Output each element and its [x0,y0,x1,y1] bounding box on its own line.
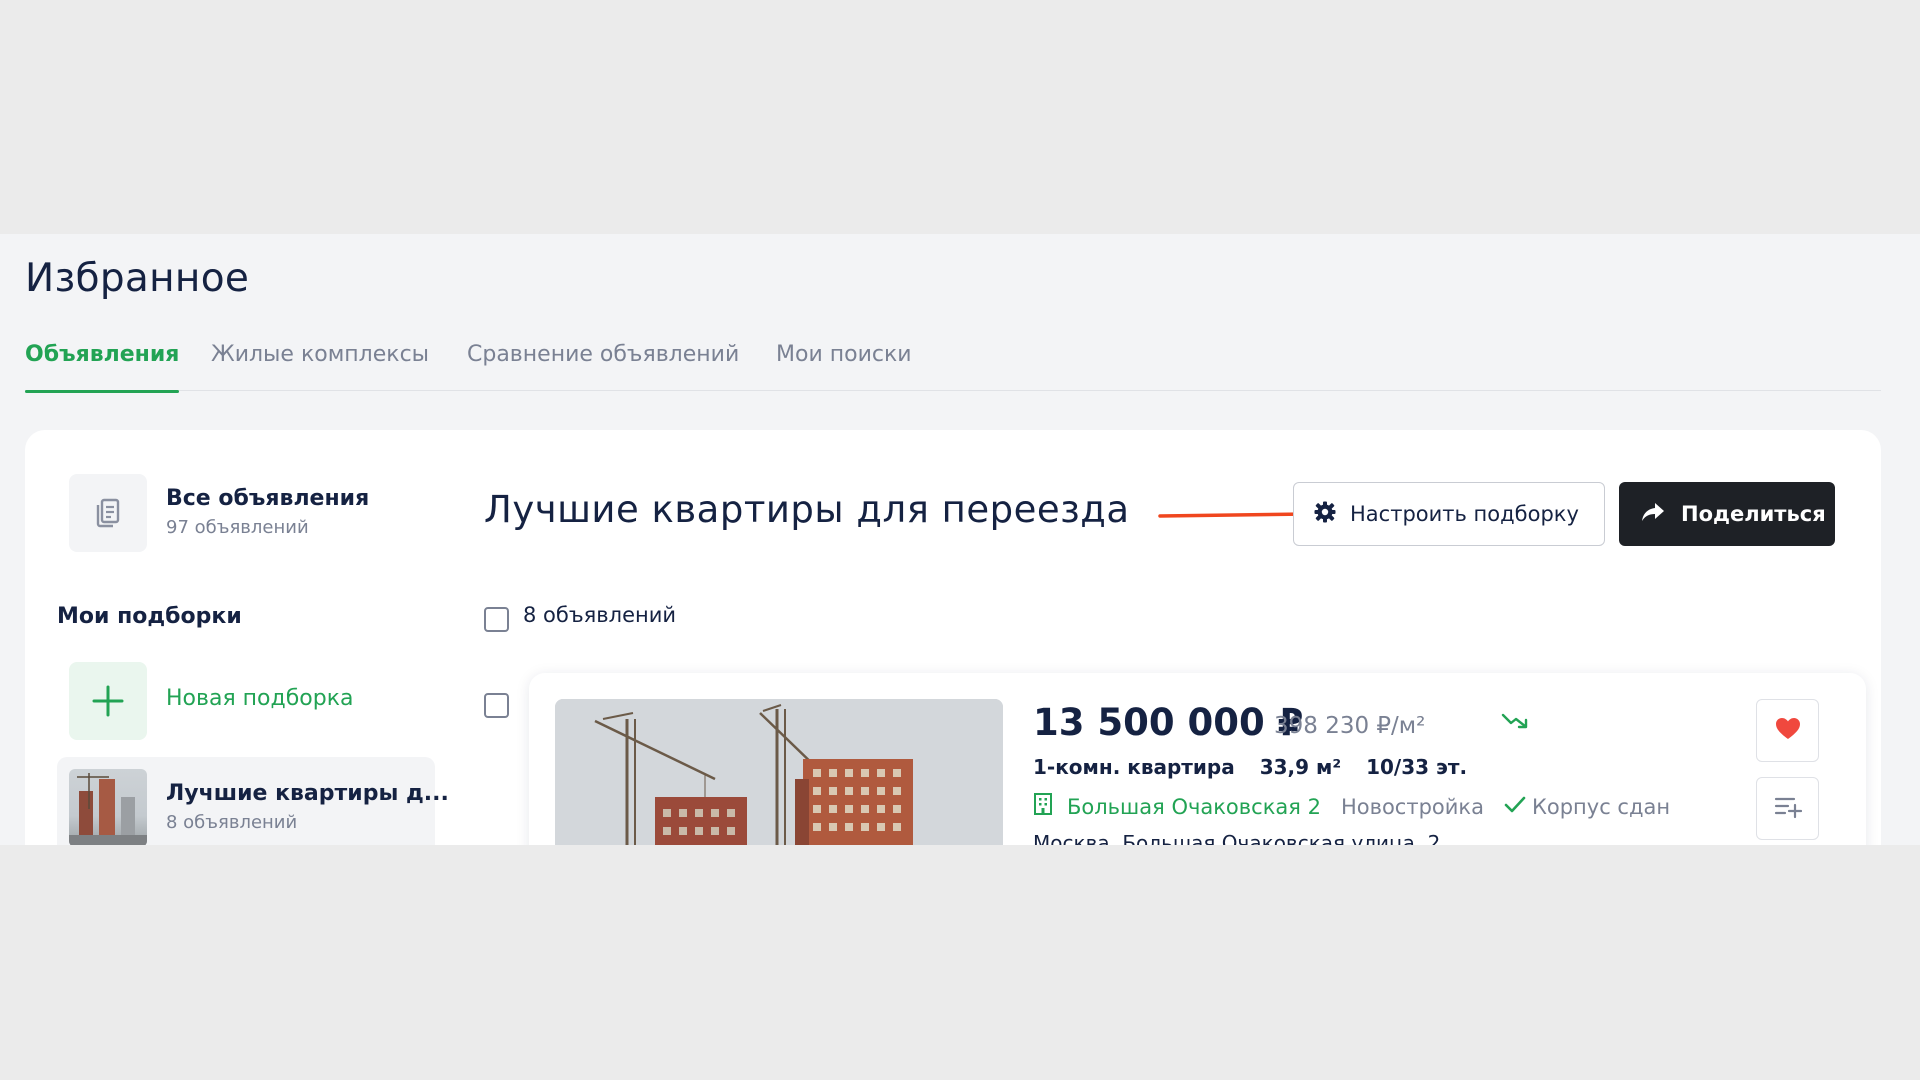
my-selections-heading: Мои подборки [57,604,242,629]
share-label: Поделиться [1681,502,1826,526]
listing-area: 33,9 м² [1259,755,1342,779]
configure-selection-button[interactable]: Настроить подборку [1293,482,1605,546]
tab-bar: Объявления Жилые комплексы Сравнение объ… [25,342,1881,393]
building-icon [1033,793,1053,820]
all-listings-count: 97 объявлений [166,517,309,538]
selection-count: 8 объявлений [166,812,298,833]
listing-address: Москва, Большая Очаковская улица, 2 [1033,831,1441,845]
page-title: Избранное [25,256,250,301]
tab-residential-complexes[interactable]: Жилые комплексы [211,342,429,391]
listing-price: 13 500 000 ₽ [1033,701,1304,744]
selection-heading: Лучшие квартиры для переезда [484,488,1130,531]
select-all-checkbox[interactable] [484,607,509,632]
configure-selection-label: Настроить подборку [1350,502,1579,526]
complex-link[interactable]: Большая Очаковская 2 [1067,795,1321,819]
listing-type: Новостройка [1340,794,1484,819]
tab-listings[interactable]: Объявления [25,342,180,393]
listing-rooms: 1-комн. квартира [1033,755,1235,779]
selection-thumbnail [69,769,147,845]
all-listings-item[interactable]: Все объявления 97 объявлений [69,474,399,552]
price-per-m2: 398 230 ₽/м² [1274,713,1426,739]
selection-item[interactable]: Лучшие квартиры д... 8 объявлений [57,757,449,845]
favorites-card: Все объявления 97 объявлений Мои подборк… [25,430,1881,845]
document-stack-icon [69,474,147,552]
gear-icon [1314,501,1336,528]
listing-floor: 10/33 эт. [1366,755,1468,779]
listing-card[interactable]: 13 500 000 ₽ 398 230 ₽/м² 1-комн. кварти… [529,673,1866,845]
heart-icon [1775,717,1801,745]
share-button[interactable]: Поделиться [1619,482,1835,546]
add-to-list-button[interactable] [1756,777,1819,840]
tab-my-searches[interactable]: Мои поиски [776,342,912,391]
favorite-button[interactable] [1756,699,1819,762]
all-listings-title: Все объявления [166,486,370,511]
tab-compare-listings[interactable]: Сравнение объявлений [467,342,739,391]
share-arrow-icon [1641,502,1665,527]
selection-title: Лучшие квартиры д... [166,781,449,806]
listings-count-label: 8 объявлений [523,603,677,627]
add-to-list-icon [1774,795,1802,823]
listing-meta: Большая Очаковская 2 Новостройка Корпус … [1033,793,1670,820]
new-selection-label: Новая подборка [166,686,354,711]
trend-down-icon[interactable] [1501,711,1529,735]
listing-photo[interactable] [555,699,1003,845]
building-status: Корпус сдан [1531,794,1671,819]
listing-checkbox[interactable] [484,693,509,718]
checkmark-icon [1504,795,1526,819]
plus-icon [69,662,147,740]
favorites-page: Избранное Объявления Жилые комплексы Сра… [0,234,1920,845]
new-selection-button[interactable]: Новая подборка [69,662,399,740]
listing-details: 1-комн. квартира 33,9 м² 10/33 эт. [1033,755,1485,779]
